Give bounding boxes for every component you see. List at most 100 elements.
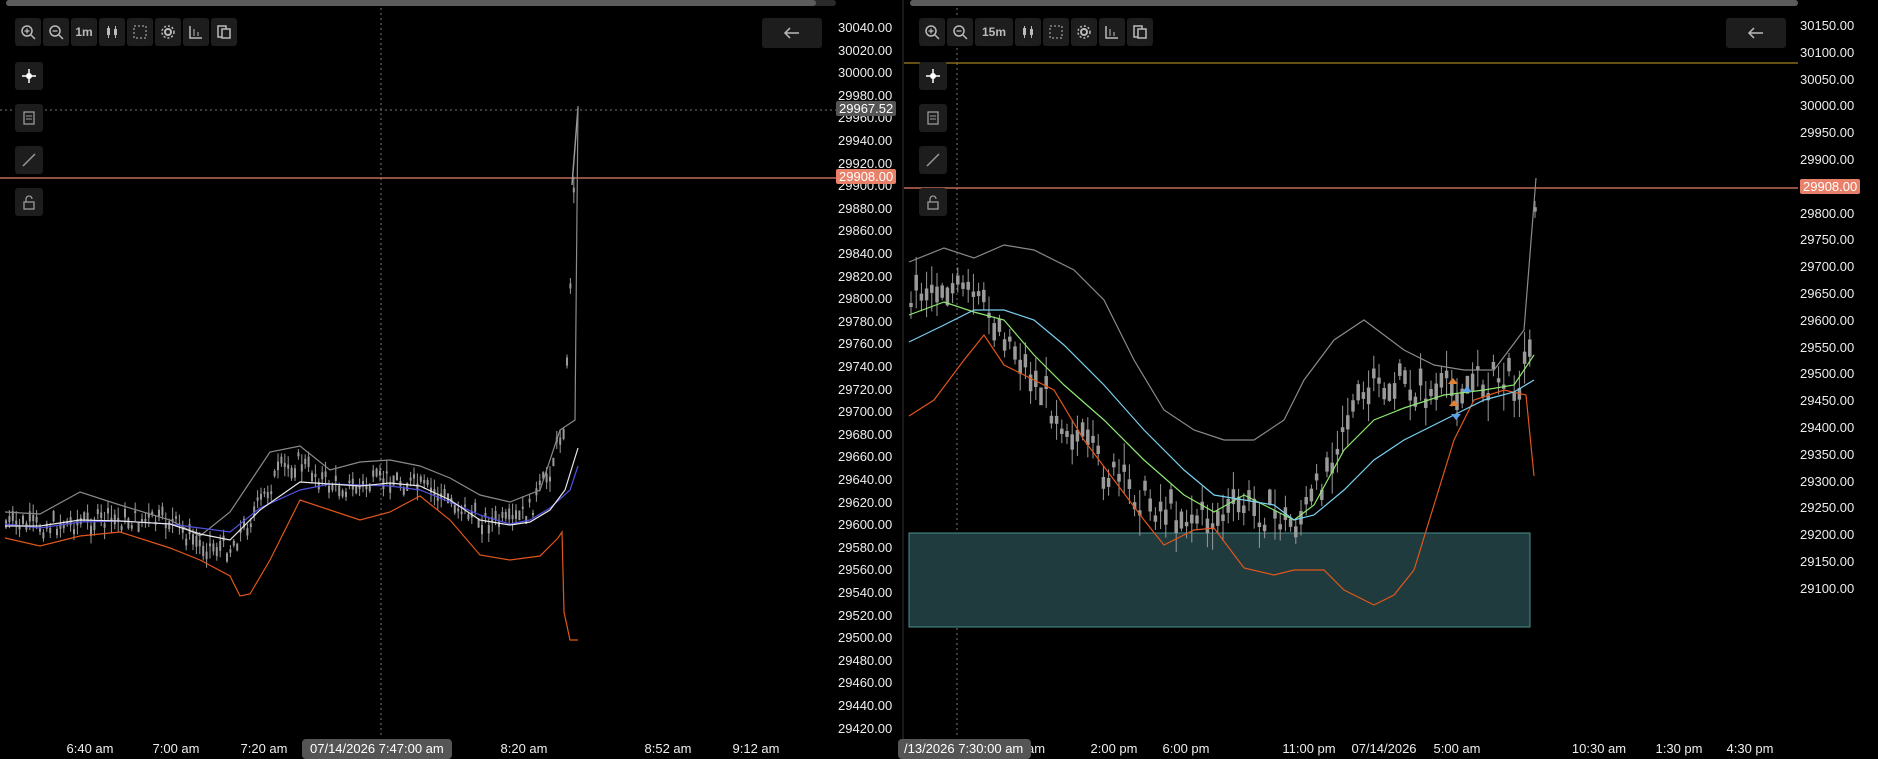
- price-tick-label: 29480.00: [838, 652, 893, 668]
- left-chart-panel[interactable]: 1m: [0, 0, 836, 759]
- candle-body: [331, 484, 334, 491]
- price-tick-label: 29650.00: [1800, 286, 1855, 301]
- candle-body: [518, 510, 521, 521]
- candle-body: [460, 511, 463, 515]
- left-price-chart[interactable]: [0, 0, 836, 759]
- candle-body: [940, 285, 944, 298]
- candle-body: [1314, 473, 1319, 481]
- candle-body: [1065, 431, 1069, 437]
- candle-body: [372, 470, 375, 477]
- select-region-icon[interactable]: [1043, 18, 1069, 46]
- right-chart-panel[interactable]: 15m: [904, 0, 1798, 759]
- price-tick-label: 30100.00: [1800, 44, 1855, 60]
- candle-body: [1143, 480, 1147, 491]
- unlock-icon[interactable]: [15, 188, 43, 216]
- layout-icon[interactable]: [211, 18, 237, 46]
- candle-body: [42, 532, 45, 539]
- candle-body: [1444, 370, 1449, 379]
- candle-body: [501, 511, 504, 518]
- candle-body: [528, 498, 531, 503]
- candle-body: [280, 456, 283, 464]
- candle-body: [1023, 354, 1028, 368]
- layout-icon[interactable]: [1127, 18, 1153, 46]
- candles-group: [5, 176, 575, 568]
- candle-body: [1304, 497, 1308, 505]
- zoom-out-icon[interactable]: [947, 18, 973, 46]
- candle-body: [559, 437, 562, 445]
- candle-body: [1184, 521, 1189, 527]
- candle-body: [1387, 383, 1392, 401]
- note-icon[interactable]: [919, 104, 947, 132]
- price-tick-label: 29820.00: [838, 268, 893, 284]
- price-tick-label: 29740.00: [838, 359, 893, 374]
- candle-body: [52, 511, 55, 522]
- candle-body: [185, 538, 188, 546]
- candle-body: [406, 482, 409, 491]
- candle-body: [453, 504, 456, 513]
- indicators-icon[interactable]: [1099, 18, 1125, 46]
- time-tick-label: 4:30 pm: [1726, 741, 1774, 756]
- unlock-icon[interactable]: [919, 188, 947, 216]
- candle-body: [209, 543, 211, 547]
- left-crosshair-price-label: 29967.52: [836, 101, 897, 116]
- price-tick-label: 29300.00: [1800, 473, 1855, 489]
- back-button[interactable]: [1726, 18, 1786, 48]
- right-price-chart[interactable]: [904, 0, 1798, 759]
- candle-body: [341, 490, 344, 497]
- candle-body: [1106, 477, 1111, 487]
- candle-body: [1361, 392, 1366, 399]
- left-alert-price-label[interactable]: 29908.00: [836, 169, 897, 184]
- timeframe-button[interactable]: 1m: [71, 18, 97, 46]
- candle-body: [226, 553, 228, 562]
- candle-body: [300, 464, 303, 472]
- timeframe-button[interactable]: 15m: [975, 18, 1013, 46]
- candle-body: [1528, 339, 1532, 357]
- candle-body: [1054, 415, 1059, 424]
- right-time-axis[interactable]: 00 am2:00 pm6:00 pm11:00 pm07/14/20265:0…: [904, 735, 1798, 759]
- trendline-icon[interactable]: [919, 146, 947, 174]
- candle-body: [1491, 361, 1496, 370]
- gear-icon[interactable]: [1071, 18, 1097, 46]
- candle-body: [321, 472, 324, 480]
- candle-body: [205, 551, 208, 560]
- price-tick-label: 29800.00: [838, 291, 893, 307]
- time-tick-label: 5:00 am: [1433, 741, 1481, 756]
- zoom-in-icon[interactable]: [15, 18, 41, 46]
- candle-body: [1013, 346, 1017, 360]
- candle-body: [18, 526, 21, 530]
- indicators-icon[interactable]: [183, 18, 209, 46]
- price-tick-label: 29450.00: [1800, 393, 1855, 409]
- trendline-icon[interactable]: [15, 146, 43, 174]
- candle-body: [1408, 389, 1412, 401]
- candle-body: [423, 480, 426, 484]
- price-tick-label: 29100.00: [1800, 580, 1855, 596]
- price-tick-label: 29640.00: [838, 472, 893, 487]
- candle-body: [1418, 368, 1423, 386]
- candle-body: [266, 492, 269, 499]
- candlestick-icon[interactable]: [1015, 18, 1041, 46]
- candle-body: [1122, 464, 1126, 472]
- note-icon[interactable]: [15, 104, 43, 132]
- candle-body: [919, 293, 924, 301]
- zoom-in-icon[interactable]: [919, 18, 945, 46]
- candle-body: [402, 487, 405, 495]
- candle-body: [49, 527, 52, 534]
- back-button[interactable]: [762, 18, 822, 48]
- crosshair-icon[interactable]: [15, 62, 43, 90]
- left-crosshair-time-label: 07/14/2026 7:47:00 am: [302, 739, 452, 759]
- right-price-axis[interactable]: 30150.00 30100.00 30050.00 30000.00 29950.00…: [1798, 0, 1878, 759]
- select-region-icon[interactable]: [127, 18, 153, 46]
- candle-body: [379, 470, 381, 476]
- crosshair-icon[interactable]: [919, 62, 947, 90]
- right-alert-price-label[interactable]: 29908.00: [1800, 179, 1861, 194]
- candle-body: [229, 549, 232, 553]
- candle-body: [1049, 415, 1054, 424]
- gear-icon[interactable]: [155, 18, 181, 46]
- candlestick-icon[interactable]: [99, 18, 125, 46]
- candle-body: [161, 506, 164, 516]
- zoom-out-icon[interactable]: [43, 18, 69, 46]
- candle-body: [419, 476, 422, 482]
- candle-body: [1091, 435, 1095, 443]
- candle-body: [443, 489, 446, 497]
- candle-body: [1377, 377, 1381, 384]
